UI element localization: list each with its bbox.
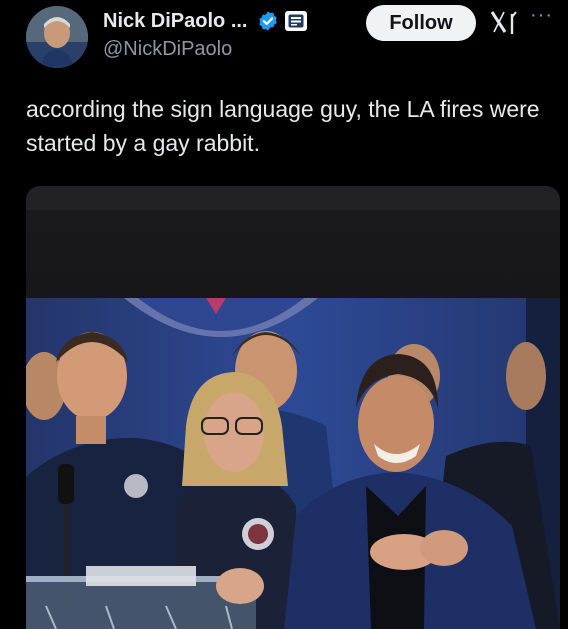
author-display-name[interactable]: Nick DiPaolo ... [103, 10, 247, 33]
avatar[interactable] [26, 6, 88, 68]
avatar-image [26, 6, 88, 68]
author-handle[interactable]: @NickDiPaolo [103, 38, 232, 61]
x-logo-icon[interactable] [490, 10, 518, 36]
tweet-media[interactable] [26, 186, 560, 629]
press-conference-photo [26, 186, 560, 629]
affiliation-badge-icon [285, 11, 308, 31]
tweet-text: according the sign language guy, the LA … [26, 96, 540, 156]
verified-badge-icon [259, 11, 278, 31]
author-name-row: Nick DiPaolo ... [103, 4, 308, 38]
follow-button[interactable]: Follow [366, 5, 476, 41]
more-options-icon[interactable]: ··· [530, 4, 553, 27]
